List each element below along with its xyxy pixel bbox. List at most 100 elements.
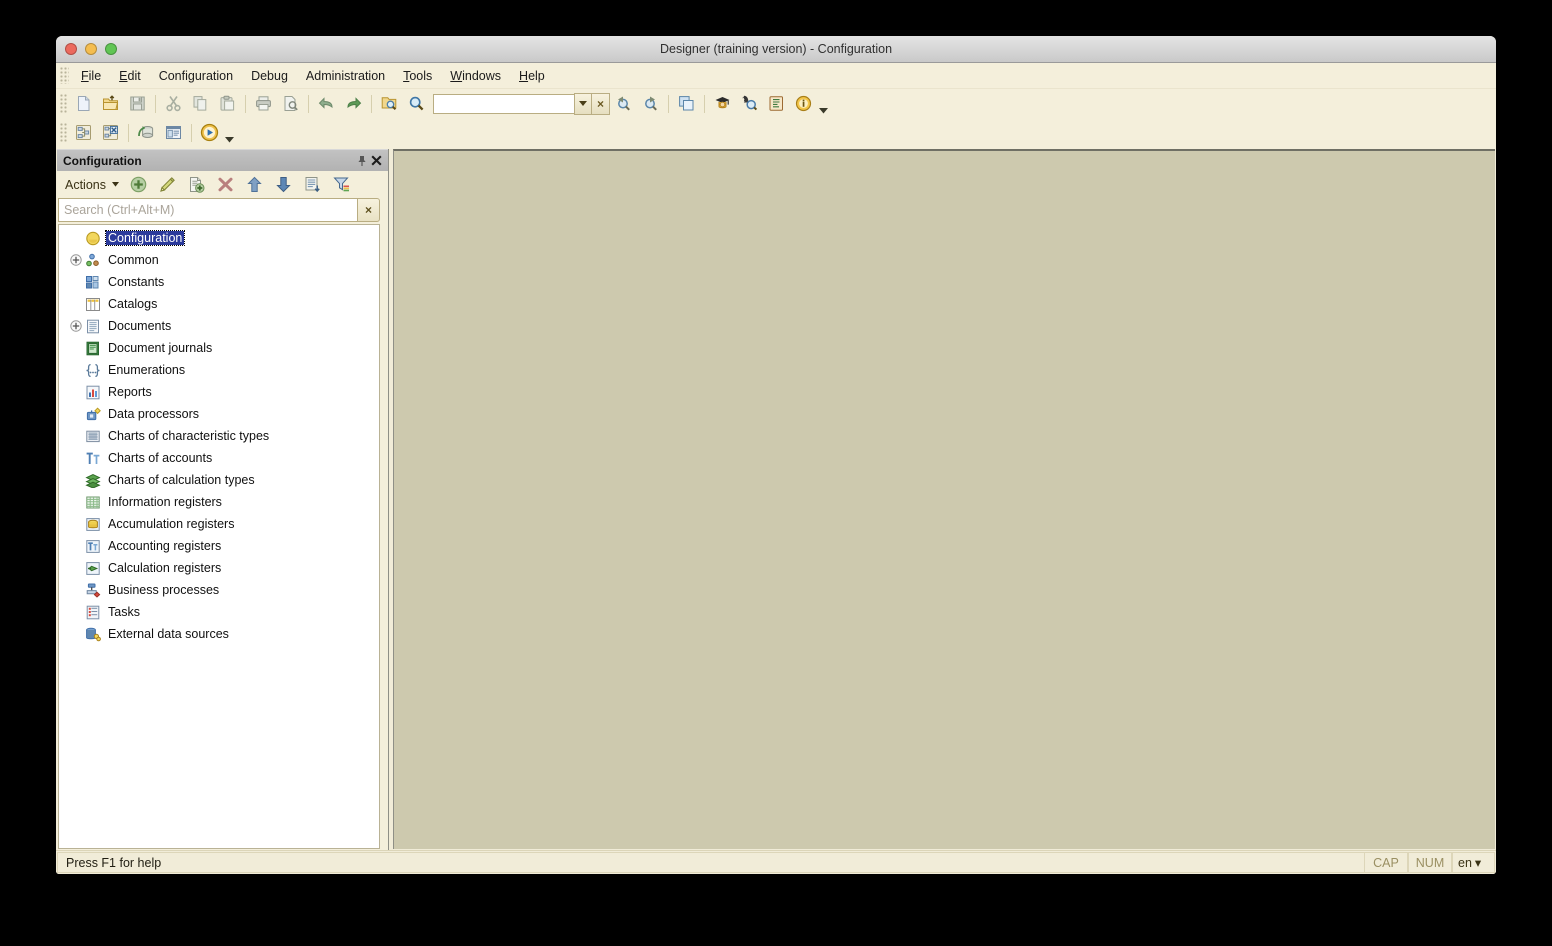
tree-node-common[interactable]: Common <box>59 249 379 271</box>
close-window-button[interactable] <box>65 43 77 55</box>
cut-icon[interactable] <box>160 91 187 117</box>
tree-node-label: Constants <box>108 275 165 289</box>
configuration-panel-title: Configuration <box>63 153 142 168</box>
copy-button[interactable] <box>182 172 211 197</box>
menubar-grip-handle[interactable] <box>60 67 69 84</box>
about-info-icon[interactable] <box>790 91 817 117</box>
print-icon[interactable] <box>250 91 277 117</box>
move-down-button[interactable] <box>269 172 298 197</box>
configuration-window-icon[interactable] <box>160 120 187 146</box>
tree-node-label: Information registers <box>108 495 222 509</box>
tree-node-accumulation-registers[interactable]: Accumulation registers <box>59 513 379 535</box>
tree-node-tasks[interactable]: Tasks <box>59 601 379 623</box>
tree-node-documents[interactable]: Documents <box>59 315 379 337</box>
menu-file[interactable]: File <box>72 67 110 85</box>
windows-cascade-icon[interactable] <box>673 91 700 117</box>
workspace-area[interactable] <box>393 149 1495 849</box>
reports-icon <box>84 384 102 401</box>
find-previous-icon[interactable] <box>610 91 637 117</box>
search-clear-button[interactable]: × <box>357 198 380 222</box>
paste-icon[interactable] <box>214 91 241 117</box>
add-button[interactable] <box>124 172 153 197</box>
configuration-tree[interactable]: Configuration Common Constants Catalogs Docu… <box>58 224 380 849</box>
new-file-icon[interactable] <box>70 91 97 117</box>
configuration-panel-header: Configuration <box>57 149 388 171</box>
search-input[interactable]: Search (Ctrl+Alt+M) <box>58 198 357 222</box>
tree-node-enumerations[interactable]: Enumerations <box>59 359 379 381</box>
open-folder-icon[interactable] <box>97 91 124 117</box>
tree-node-document-journals[interactable]: Document journals <box>59 337 379 359</box>
document-journals-icon <box>84 340 102 357</box>
tree-node-constants[interactable]: Constants <box>59 271 379 293</box>
menu-debug[interactable]: Debug <box>242 67 297 85</box>
status-message: Press F1 for help <box>57 852 1364 873</box>
menu-edit-label-rest: dit <box>127 68 141 83</box>
menu-configuration[interactable]: Configuration <box>150 67 242 85</box>
menu-windows[interactable]: Windows <box>441 67 510 85</box>
print-preview-icon[interactable] <box>277 91 304 117</box>
minimize-window-button[interactable] <box>85 43 97 55</box>
combobox-clear-button[interactable]: × <box>592 92 610 115</box>
configuration-database-icon[interactable] <box>97 120 124 146</box>
chevron-down-icon[interactable] <box>110 182 121 187</box>
help-search-icon[interactable]: ? <box>736 91 763 117</box>
undo-icon[interactable] <box>313 91 340 117</box>
tree-node-business-processes[interactable]: Business processes <box>59 579 379 601</box>
tree-node-information-registers[interactable]: Information registers <box>59 491 379 513</box>
delete-button[interactable] <box>211 172 240 197</box>
search-combobox[interactable]: × <box>433 92 610 115</box>
toolbar-grip-handle-1[interactable] <box>60 94 68 113</box>
maximize-window-button[interactable] <box>105 43 117 55</box>
tasks-icon <box>84 604 102 621</box>
expand-node-icon[interactable] <box>67 252 84 269</box>
pin-icon[interactable] <box>354 153 369 168</box>
configuration-root-icon <box>84 230 102 247</box>
tree-node-charts-of-characteristic-types[interactable]: Charts of characteristic types <box>59 425 379 447</box>
tree-node-calculation-registers[interactable]: Calculation registers <box>59 557 379 579</box>
menu-tools-label-rest: ools <box>409 68 433 83</box>
menu-administration[interactable]: Administration <box>297 67 394 85</box>
syntax-assistant-icon[interactable] <box>709 91 736 117</box>
title-bar: Designer (training version) - Configurat… <box>56 36 1496 63</box>
tree-node-catalogs[interactable]: Catalogs <box>59 293 379 315</box>
menu-tools[interactable]: Tools <box>394 67 441 85</box>
tree-node-external-data-sources[interactable]: External data sources <box>59 623 379 645</box>
search-icon[interactable] <box>403 91 430 117</box>
tree-node-charts-of-calculation-types[interactable]: Charts of calculation types <box>59 469 379 491</box>
main-body: Configuration Actions Search (Ctrl+Alt+M… <box>56 149 1496 850</box>
toolbar-overflow-caret-icon[interactable] <box>817 90 830 118</box>
debug-options-caret-icon[interactable] <box>223 119 236 147</box>
tree-node-data-processors[interactable]: Data processors <box>59 403 379 425</box>
filter-button[interactable] <box>327 172 356 197</box>
chevron-down-icon[interactable] <box>574 92 592 115</box>
menu-edit[interactable]: Edit <box>110 67 150 85</box>
screen-root: Designer (training version) - Configurat… <box>0 0 1552 946</box>
configuration-tree-icon[interactable] <box>70 120 97 146</box>
properties-button[interactable] <box>298 172 327 197</box>
search-combobox-input[interactable] <box>433 93 574 114</box>
toolbar-grip-handle-2[interactable] <box>60 123 68 142</box>
menu-help[interactable]: Help <box>510 67 554 85</box>
find-in-folder-icon[interactable] <box>376 91 403 117</box>
close-icon[interactable] <box>369 153 384 168</box>
copy-icon[interactable] <box>187 91 214 117</box>
tree-node-accounting-registers[interactable]: Accounting registers <box>59 535 379 557</box>
help-contents-icon[interactable] <box>763 91 790 117</box>
move-up-button[interactable] <box>240 172 269 197</box>
start-debugging-icon[interactable] <box>196 120 223 146</box>
status-language-selector[interactable]: en ▾ <box>1452 852 1495 873</box>
actions-menu-button[interactable]: Actions <box>61 176 110 194</box>
edit-button[interactable] <box>153 172 182 197</box>
tree-node-charts-of-accounts[interactable]: Charts of accounts <box>59 447 379 469</box>
business-processes-icon <box>84 582 102 599</box>
find-next-icon[interactable] <box>637 91 664 117</box>
update-database-icon[interactable] <box>133 120 160 146</box>
tree-node-reports[interactable]: Reports <box>59 381 379 403</box>
tree-node-configuration[interactable]: Configuration <box>59 227 379 249</box>
redo-icon[interactable] <box>340 91 367 117</box>
save-icon[interactable] <box>124 91 151 117</box>
expand-node-icon[interactable] <box>67 318 84 335</box>
